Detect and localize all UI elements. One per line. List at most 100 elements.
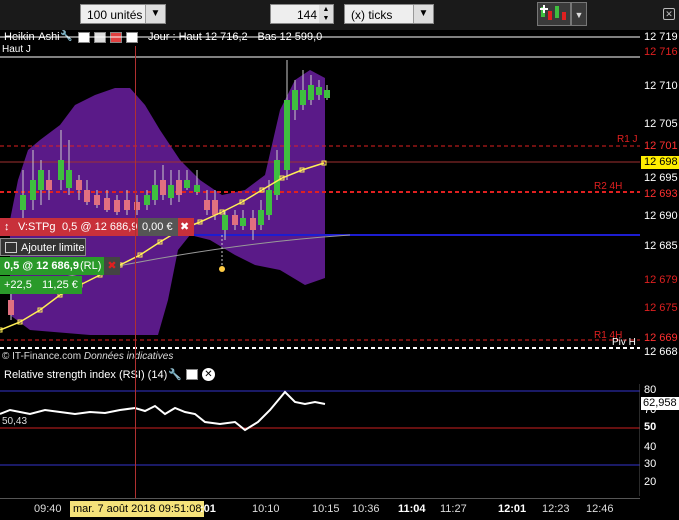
price-tick-label: 12 710 <box>644 80 678 92</box>
cursor-time-suffix: :01 <box>200 503 216 515</box>
candle-body <box>168 185 174 198</box>
candle-body <box>204 200 210 210</box>
rsi-title: Relative strength index (RSI) (14) <box>4 369 168 381</box>
time-tick-label: 10:10 <box>252 503 280 515</box>
chart-tools-button[interactable] <box>537 2 571 26</box>
ticks-stepper-icon[interactable]: ▲ ▼ <box>319 5 333 23</box>
rsi-left-value: 50,43 <box>2 416 28 427</box>
position-box[interactable]: 0,5 @ 12 686,9 (RL) ✖ <box>0 257 120 275</box>
order-drag-icon[interactable]: ↕ <box>4 218 10 236</box>
candle-body <box>66 170 72 188</box>
candle-body <box>240 218 246 226</box>
time-tick-label: 11:27 <box>440 503 467 515</box>
candle-body <box>284 100 290 170</box>
maximize-icon[interactable] <box>186 369 198 380</box>
candle-body <box>292 90 298 110</box>
stop-order-box[interactable]: ↕ V:STPg 0,5 @ 12 686,9 0,00 € ✖ <box>0 218 194 236</box>
candle-body <box>124 200 130 210</box>
price-tick-label: 12 705 <box>644 118 678 130</box>
rsi-tick-label: 20 <box>644 476 657 488</box>
candle-body <box>184 180 190 188</box>
position-tag: (RL) <box>80 260 102 272</box>
wrench-icon[interactable]: 🔧 <box>168 367 182 383</box>
credit-note: Données indicatives <box>83 351 174 362</box>
top-toolbar: 100 unités ▼ 144 ▲ ▼ (x) ticks ▼ ▼ ✕ <box>0 0 679 30</box>
level-r2-4h: R2 4H <box>594 181 623 192</box>
candle-body <box>30 180 36 200</box>
time-axis-line <box>0 498 640 499</box>
price-tick-label: 12 690 <box>644 210 678 222</box>
candle-body <box>274 160 280 195</box>
price-tick-label: 12 716 <box>644 46 678 58</box>
candle-body <box>104 198 110 210</box>
candle-body <box>324 90 330 98</box>
chart-tools-dropdown[interactable]: ▼ <box>571 2 587 26</box>
price-chart[interactable] <box>0 30 640 365</box>
units-select-value: 100 unités <box>87 8 143 22</box>
time-tick-label: 12:01 <box>498 503 527 515</box>
position-pnl-box: +22,5 11,25 € <box>0 276 82 294</box>
cursor-vertical-line <box>135 46 136 498</box>
rsi-tick-label: 50 <box>644 421 657 433</box>
candle-body <box>316 87 322 95</box>
candle-body <box>194 185 200 192</box>
credit: © IT-Finance.com Données indicatives <box>2 351 173 362</box>
close-icon[interactable]: ✕ <box>202 368 215 381</box>
candle-body <box>8 300 14 315</box>
candle-body <box>38 170 44 190</box>
entry-marker-dot <box>219 266 225 272</box>
close-icon[interactable]: ✕ <box>663 8 675 20</box>
ticks-select[interactable]: (x) ticks ▼ <box>344 4 434 24</box>
chart-tools-icon <box>540 5 566 20</box>
ticks-select-label: (x) ticks <box>351 8 393 22</box>
candle-body <box>46 180 52 190</box>
rsi-tick-label: 30 <box>644 458 657 470</box>
time-tick-label: 10:15 <box>312 503 340 515</box>
stop-order-qty: 0,5 @ 12 686,9 <box>62 221 138 233</box>
position-eur: 11,25 € <box>42 279 78 291</box>
units-select[interactable]: 100 unités ▼ <box>80 4 166 24</box>
candle-body <box>152 185 158 200</box>
rsi-current-value: 62,958 <box>641 397 679 410</box>
candle-body <box>212 200 218 215</box>
stop-order-pnl: 0,00 € <box>138 218 178 236</box>
price-tick-label: 12 719 <box>644 31 678 43</box>
stop-order-label: V:STPg <box>18 221 56 233</box>
candle-body <box>266 190 272 215</box>
ticks-input[interactable]: 144 ▲ ▼ <box>270 4 334 24</box>
close-position-icon[interactable]: ✖ <box>104 257 120 275</box>
rsi-tick-label: 80 <box>644 384 657 396</box>
price-tick-label: 12 668 <box>644 346 678 358</box>
price-tick-label: 12 669 <box>644 332 678 344</box>
chevron-down-icon[interactable]: ▼ <box>413 5 433 23</box>
add-limit-label: Ajouter limite <box>21 242 85 254</box>
candle-body <box>76 180 82 190</box>
price-tick-label: 12 701 <box>644 140 678 152</box>
ticks-input-value: 144 <box>296 8 317 22</box>
position-pts: +22,5 <box>4 279 32 291</box>
add-limit-button[interactable]: Ajouter limite <box>0 238 86 256</box>
rsi-tick-label: 40 <box>644 441 657 453</box>
time-tick-label: 10:36 <box>352 503 380 515</box>
price-tick-label: 12 698 <box>641 156 679 169</box>
cursor-time-label: mar. 7 août 2018 09:51:08 <box>70 501 205 517</box>
time-tick-label: 12:23 <box>542 503 570 515</box>
candle-body <box>20 195 26 210</box>
candle-body <box>300 90 306 105</box>
candle-body <box>250 218 256 230</box>
time-tick-label: 09:40 <box>34 503 62 515</box>
credit-source: © IT-Finance.com <box>2 351 82 362</box>
rsi-chart[interactable] <box>0 384 640 496</box>
position-value: 0,5 @ 12 686,9 <box>4 260 79 272</box>
price-tick-label: 12 679 <box>644 274 678 286</box>
candle-body <box>94 195 100 205</box>
candle-body <box>144 195 150 205</box>
trading-window: 100 unités ▼ 144 ▲ ▼ (x) ticks ▼ ▼ ✕ Heik… <box>0 0 679 520</box>
candle-body <box>232 215 238 225</box>
bollinger-band <box>10 70 325 335</box>
price-tick-label: 12 675 <box>644 302 678 314</box>
cancel-order-icon[interactable]: ✖ <box>180 218 189 236</box>
candle-body <box>308 85 314 100</box>
level-piv-h: Piv H <box>612 337 636 348</box>
chevron-down-icon[interactable]: ▼ <box>145 5 165 23</box>
